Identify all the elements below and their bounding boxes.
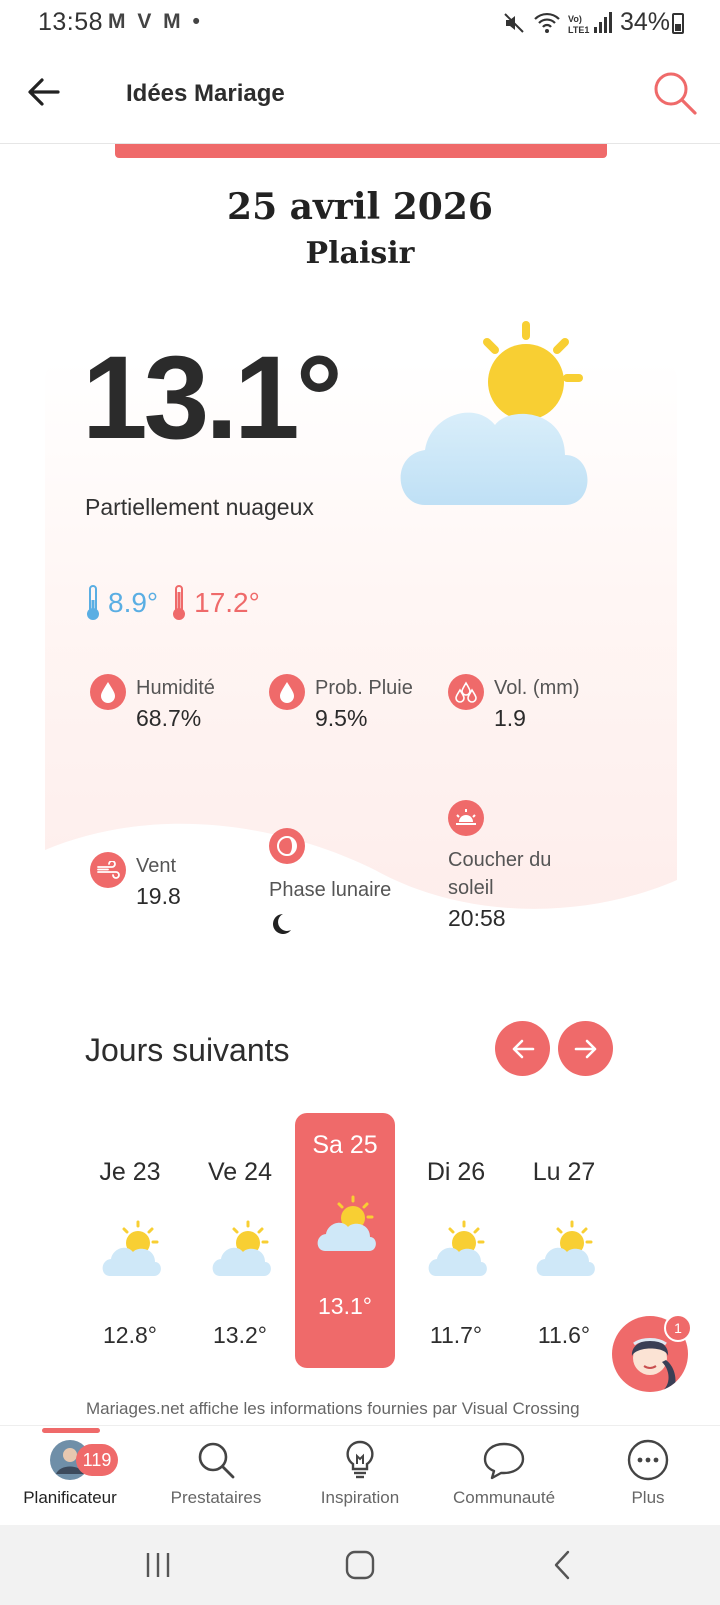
stat-rain-probability: Prob. Pluie 9.5% [269,674,413,734]
crescent-moon-icon [273,914,291,934]
wind-icon [90,852,126,888]
day-name: Lu 27 [532,1158,596,1186]
stat-value: 68.7% [136,705,202,731]
page-title: Idées Mariage [126,80,285,107]
home-icon[interactable] [342,1547,378,1583]
nav-label: Inspiration [320,1488,400,1507]
stat-rain-volume: Vol. (mm) 1.9 [448,674,580,734]
stat-humidity: Humidité 68.7% [90,674,215,734]
partly-cloudy-icon [315,1195,377,1253]
attribution-text: Mariages.net affiche les informations fo… [86,1399,580,1418]
active-tab-indicator [42,1428,100,1433]
stat-wind: Vent 19.8 [90,852,181,912]
raindrop-icon [269,674,305,710]
system-navigation-bar [0,1525,720,1605]
signal-icon: Vo)LTE1 [568,11,612,35]
bottom-navigation: Planificateur 119 Prestataires Inspirati… [0,1425,720,1523]
forecast-day[interactable]: Je 23 12.8° [80,1140,180,1370]
forecast-day[interactable]: Lu 27 11.6° [514,1140,614,1370]
next-button[interactable] [558,1021,613,1076]
nav-label: Communauté [452,1488,556,1507]
status-time: 13:58 [38,8,104,36]
arrow-left-icon [512,1039,534,1058]
humidity-icon [90,674,126,710]
chat-bubble-icon [483,1442,525,1480]
nav-plus[interactable]: Plus [578,1438,718,1508]
weather-condition: Partiellement nuageux [85,494,314,520]
stat-label: Phase lunaire [269,879,392,901]
wedding-date: 25 avril 2026 [227,186,493,228]
search-icon [198,1442,235,1479]
svg-text:LTE1: LTE1 [568,25,589,35]
more-icon [627,1439,669,1481]
stat-value: 20:58 [448,905,506,931]
stat-moon-phase: Phase lunaire [269,828,391,941]
day-name: Sa 25 [312,1131,378,1159]
stat-label: Coucher du soleil [448,849,552,899]
stat-value: 9.5% [315,705,368,731]
stat-label: Vol. (mm) [494,677,580,699]
day-temperature: 12.8° [103,1322,157,1348]
nav-label: Prestataires [170,1488,262,1507]
arrow-right-icon [574,1039,596,1058]
current-temperature: 13.1° [82,332,343,464]
location-name: Plaisir [305,236,415,271]
partly-cloudy-icon [400,321,588,505]
day-temperature: 11.7° [429,1322,483,1348]
forecast-day[interactable]: Ve 24 13.2° [190,1140,290,1370]
stat-label: Prob. Pluie [315,677,413,699]
back-arrow-icon[interactable] [22,70,66,114]
partly-cloudy-icon [100,1220,162,1278]
day-temperature: 13.1° [318,1293,372,1319]
battery-icon [672,13,684,34]
day-name: Di 26 [426,1158,486,1186]
nav-planificateur[interactable]: Planificateur 119 [0,1438,140,1508]
stat-value: 19.8 [136,883,181,909]
section-title: Jours suivants [85,1032,290,1068]
day-temperature: 11.6° [537,1322,591,1348]
sunset-icon [448,800,484,836]
forecast-day[interactable]: Di 26 11.7° [406,1140,506,1370]
thermometer-cold-icon [87,585,99,620]
max-temperature: 17.2° [194,587,260,618]
nav-inspiration[interactable]: Inspiration [290,1438,430,1508]
min-temperature: 8.9° [108,587,159,618]
thermometer-hot-icon [173,585,186,620]
status-bar: 13:58 M V M • Vo) LTE1 34% [0,0,720,46]
stat-sunset: Coucher du soleil 20:58 [448,800,578,934]
previous-button[interactable] [495,1021,550,1076]
notification-badge: 119 [76,1444,118,1476]
day-temperature: 13.2° [213,1322,267,1348]
nav-label: Planificateur [23,1488,117,1507]
search-icon[interactable] [650,68,700,118]
nav-communaute[interactable]: Communauté [434,1438,574,1508]
nav-prestataires[interactable]: Prestataires [146,1438,286,1508]
min-max-temps: 8.9° 17.2° [84,584,260,622]
svg-text:Vo): Vo) [568,14,582,24]
recent-apps-icon[interactable] [140,1547,176,1583]
stat-label: Vent [136,855,177,877]
stat-label: Humidité [136,677,215,699]
mute-icon [504,12,524,33]
partly-cloudy-icon [534,1220,596,1278]
forecast-day[interactable]: Sa 25 13.1° [295,1113,395,1368]
stat-value: 1.9 [494,705,526,731]
partly-cloudy-icon [210,1220,272,1278]
day-name: Ve 24 [208,1158,272,1186]
app-bar: Idées Mariage [0,46,720,144]
partly-cloudy-icon [426,1220,488,1278]
chat-badge: 1 [664,1314,692,1342]
day-name: Je 23 [99,1158,161,1186]
wifi-icon [534,12,560,33]
battery-text: 34% [619,8,670,36]
nav-label: Plus [631,1488,665,1507]
raindrops-icon [448,674,484,710]
moon-phase-icon [269,828,305,864]
lightbulb-icon [346,1440,374,1479]
status-right: Vo) LTE1 34% [502,8,670,37]
notification-icons: M V M • [108,10,203,33]
system-back-icon[interactable] [545,1547,581,1583]
